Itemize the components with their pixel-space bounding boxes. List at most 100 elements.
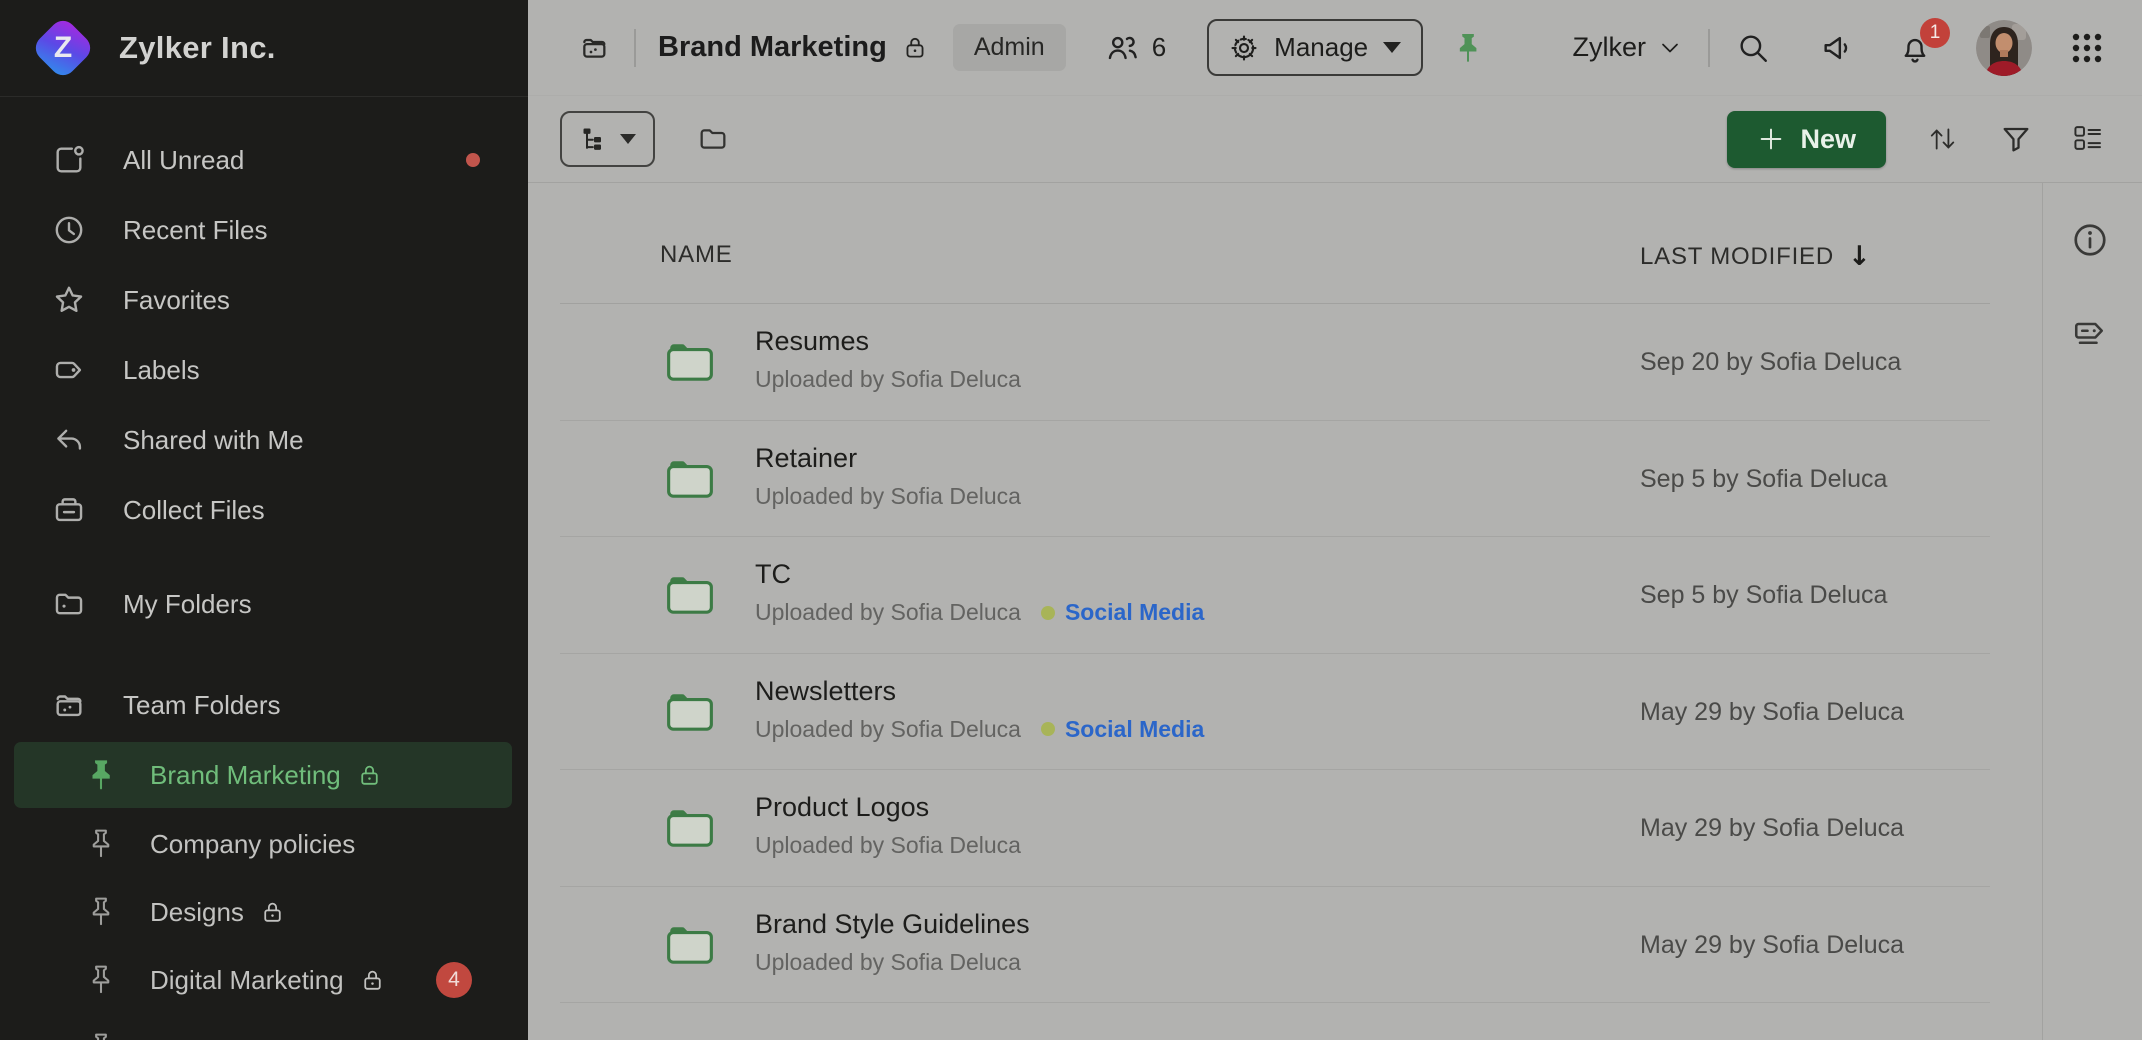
last-modified: May 29 by Sofia Deluca <box>1640 698 1904 727</box>
sidebar-item-designs[interactable]: Designs <box>0 878 528 946</box>
label-social-media[interactable]: Social Media <box>1041 716 1204 743</box>
members-button[interactable]: 6 <box>1103 31 1166 65</box>
sidebar-item-label: Shared with Me <box>123 425 304 456</box>
manage-button[interactable]: Manage <box>1207 19 1423 76</box>
file-name[interactable]: TC <box>755 559 791 590</box>
sidebar-item-label: Designs <box>150 897 244 928</box>
star-icon <box>52 283 86 317</box>
file-meta: Uploaded by Sofia Deluca <box>755 366 1021 393</box>
new-button[interactable]: New <box>1727 111 1886 168</box>
content-area: NAME LAST MODIFIED ↓ Resumes Uploaded by… <box>528 183 2142 1040</box>
sidebar-item-label: Labels <box>123 355 200 386</box>
search-icon[interactable] <box>1736 31 1770 65</box>
right-rail <box>2042 183 2142 1040</box>
last-modified: Sep 5 by Sofia Deluca <box>1640 465 1887 494</box>
sidebar-item-label: Collect Files <box>123 495 265 526</box>
table-row[interactable]: Product Logos Uploaded by Sofia Deluca M… <box>560 770 1990 887</box>
last-modified: May 29 by Sofia Deluca <box>1640 931 1904 960</box>
lock-icon <box>902 34 928 62</box>
lock-icon <box>357 762 382 789</box>
view-hierarchy-dropdown[interactable] <box>560 111 655 167</box>
info-icon[interactable] <box>2071 221 2109 259</box>
divider <box>1708 29 1710 67</box>
unread-dot <box>466 153 480 167</box>
sidebar-item-label: Recent Files <box>123 215 268 246</box>
sidebar-item-my-folders[interactable]: My Folders <box>0 569 528 639</box>
sort-icon[interactable] <box>1926 123 1958 155</box>
folder-icon <box>665 573 715 617</box>
org-logo-icon: Z <box>31 16 95 80</box>
label-social-media[interactable]: Social Media <box>1041 599 1204 626</box>
sidebar-item-brand-marketing[interactable]: Brand Marketing <box>14 742 512 808</box>
role-badge: Admin <box>953 24 1066 71</box>
sidebar-item-all-unread[interactable]: All Unread <box>0 125 528 195</box>
main-area: Brand Marketing Admin 6 Manage Zylker <box>528 0 2142 1040</box>
sidebar-item-company-policies[interactable]: Company policies <box>0 810 528 878</box>
clock-icon <box>52 213 86 247</box>
unread-count-badge: 4 <box>436 962 472 998</box>
workspace-switcher[interactable]: Zylker <box>1573 32 1647 63</box>
uploaded-by: Uploaded by Sofia Deluca <box>755 599 1021 626</box>
sidebar-item-partial[interactable] <box>0 1014 528 1040</box>
sidebar-item-recent-files[interactable]: Recent Files <box>0 195 528 265</box>
announcements-icon[interactable] <box>1820 31 1854 65</box>
detail-view-icon[interactable] <box>2072 123 2104 155</box>
table-row[interactable]: Resumes Uploaded by Sofia Deluca Sep 20 … <box>560 304 1990 421</box>
sidebar-item-labels[interactable]: Labels <box>0 335 528 405</box>
shared-arrow-icon <box>52 423 86 457</box>
org-logo-letter: Z <box>31 16 95 80</box>
filter-icon[interactable] <box>2000 123 2032 155</box>
org-header[interactable]: Z Zylker Inc. <box>0 0 528 97</box>
label-text: Social Media <box>1065 599 1204 626</box>
folder-icon <box>665 806 715 850</box>
sidebar-item-digital-marketing[interactable]: Digital Marketing 4 <box>0 946 528 1014</box>
folder-view-icon[interactable] <box>695 123 731 155</box>
table-row[interactable]: TC Uploaded by Sofia Deluca Social Media… <box>560 537 1990 654</box>
toolbar-right: New <box>1727 111 2104 168</box>
table-row[interactable]: Retainer Uploaded by Sofia Deluca Sep 5 … <box>560 421 1990 538</box>
unread-icon <box>52 143 86 177</box>
folder-icon <box>665 340 715 384</box>
last-modified: Sep 5 by Sofia Deluca <box>1640 581 1887 610</box>
sidebar-item-favorites[interactable]: Favorites <box>0 265 528 335</box>
file-meta: Uploaded by Sofia Deluca <box>755 949 1021 976</box>
table-header: NAME LAST MODIFIED ↓ <box>560 183 1990 304</box>
breadcrumb-folder-icon <box>578 32 612 64</box>
table-row[interactable]: Newsletters Uploaded by Sofia Deluca Soc… <box>560 654 1990 771</box>
app-grid-icon[interactable] <box>2070 31 2104 65</box>
file-listing: NAME LAST MODIFIED ↓ Resumes Uploaded by… <box>560 183 1990 1003</box>
uploaded-by: Uploaded by Sofia Deluca <box>755 949 1021 976</box>
tag-icon <box>52 353 86 387</box>
org-name: Zylker Inc. <box>119 30 276 66</box>
pinned-icon[interactable] <box>1454 31 1482 65</box>
uploaded-by: Uploaded by Sofia Deluca <box>755 832 1021 859</box>
file-meta: Uploaded by Sofia Deluca <box>755 832 1021 859</box>
notifications-button[interactable]: 1 <box>1898 30 1934 66</box>
labels-panel-icon[interactable] <box>2071 315 2109 353</box>
table-row[interactable]: Brand Style Guidelines Uploaded by Sofia… <box>560 887 1990 1004</box>
team-folder-icon <box>52 688 86 722</box>
sort-descending-arrow: ↓ <box>1848 241 1871 272</box>
column-header-last-modified[interactable]: LAST MODIFIED ↓ <box>1640 241 1871 272</box>
file-meta: Uploaded by Sofia Deluca <box>755 483 1021 510</box>
file-name[interactable]: Product Logos <box>755 792 929 823</box>
avatar[interactable] <box>1976 20 2032 76</box>
divider <box>634 29 636 67</box>
sidebar-item-team-folders[interactable]: Team Folders <box>0 670 528 740</box>
sidebar: Z Zylker Inc. All Unread Recent Files Fa… <box>0 0 528 1040</box>
sidebar-item-shared-with-me[interactable]: Shared with Me <box>0 405 528 475</box>
column-header-name[interactable]: NAME <box>660 241 733 269</box>
chevron-down-icon[interactable] <box>1658 36 1682 60</box>
page-title: Brand Marketing <box>658 31 887 64</box>
plus-icon <box>1757 125 1785 153</box>
file-name[interactable]: Brand Style Guidelines <box>755 909 1030 940</box>
sidebar-item-collect-files[interactable]: Collect Files <box>0 475 528 545</box>
member-count: 6 <box>1152 32 1166 63</box>
folder-icon <box>665 457 715 501</box>
new-button-label: New <box>1800 124 1856 155</box>
file-name[interactable]: Resumes <box>755 326 869 357</box>
tree-view-icon <box>580 125 608 153</box>
uploaded-by: Uploaded by Sofia Deluca <box>755 716 1021 743</box>
file-name[interactable]: Newsletters <box>755 676 896 707</box>
file-name[interactable]: Retainer <box>755 443 857 474</box>
